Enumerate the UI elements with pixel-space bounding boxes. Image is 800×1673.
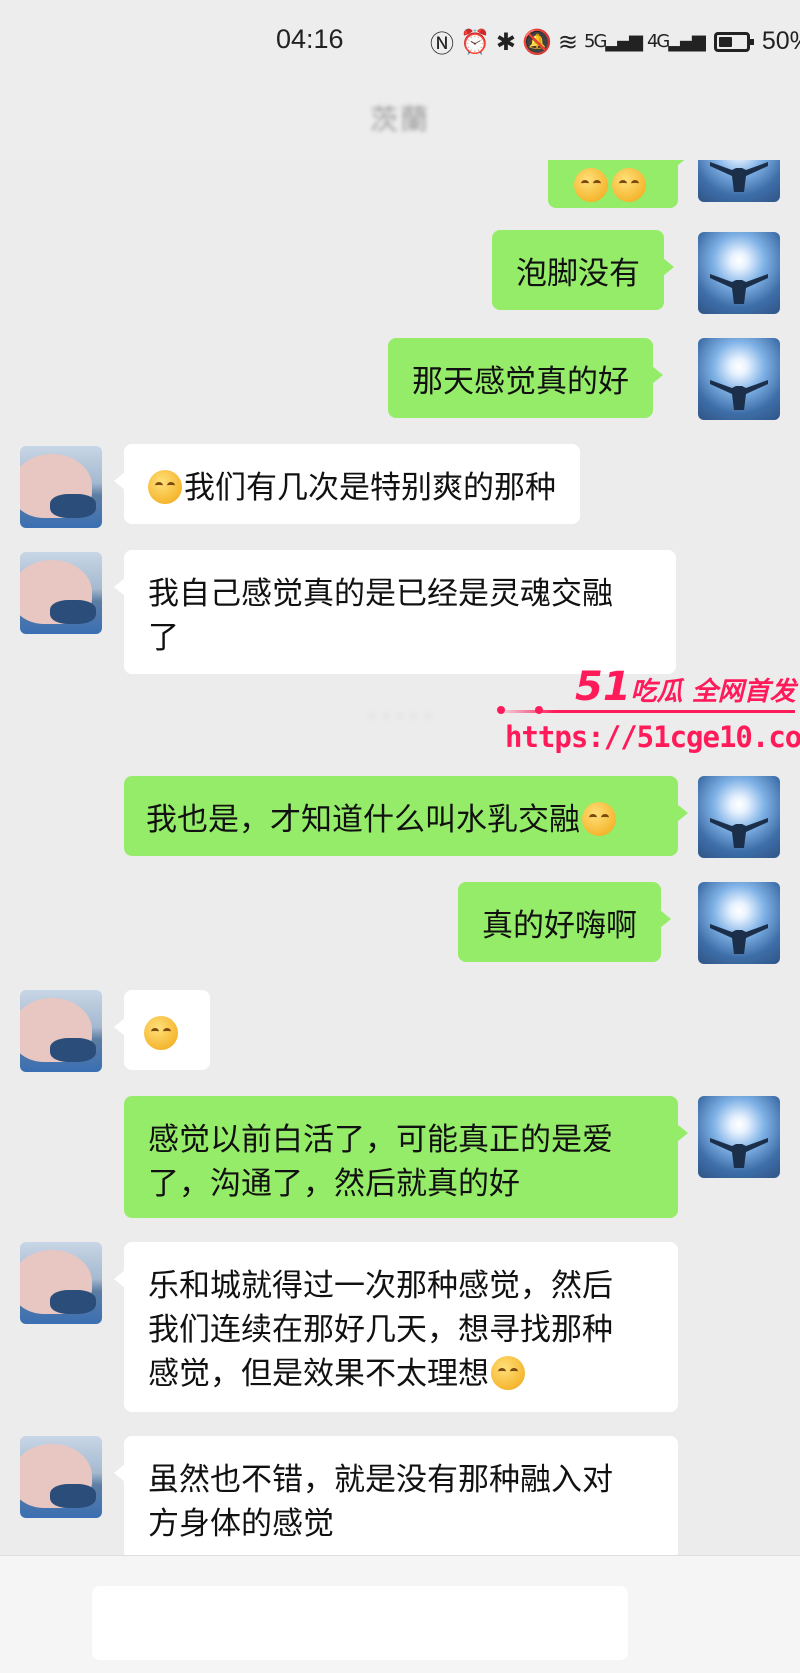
message-text-line: 了，沟通了，然后就真的好 — [148, 1166, 520, 1202]
message-bubble-incoming[interactable]: 虽然也不错，就是没有那种融入对 方身体的感觉 — [114, 1436, 678, 1555]
avatar[interactable] — [20, 1242, 102, 1324]
mute-icon: 🔕 — [522, 27, 552, 56]
avatar[interactable] — [20, 446, 102, 528]
message-text-line: 乐和城就得过一次那种感觉，然后 — [148, 1268, 613, 1304]
person-silhouette-icon — [710, 924, 768, 954]
watermark: 51吃瓜 全网首发 https://51cge10.com — [495, 660, 800, 770]
status-time: 04:16 — [276, 24, 344, 54]
wifi-icon: ≋ — [557, 27, 578, 56]
emoji-icon — [148, 470, 182, 504]
status-icons: Ⓝ ⏰ ✱ 🔕 ≋ 5G▂▄▆ 4G▂▄▆ 50% — [430, 24, 800, 59]
watermark-url: https://51cge10.com — [505, 720, 800, 754]
avatar[interactable] — [698, 882, 780, 964]
avatar[interactable] — [20, 552, 102, 634]
emoji-icon — [612, 168, 646, 202]
nfc-icon: Ⓝ — [430, 30, 454, 58]
message-input[interactable] — [92, 1586, 628, 1660]
message-bubble-outgoing[interactable]: 泡脚没有 — [492, 230, 674, 310]
message-bubble-partial[interactable] — [548, 160, 688, 208]
avatar[interactable] — [698, 338, 780, 420]
battery-percent: 50% — [761, 27, 800, 55]
message-text-line: 我们连续在那好几天，想寻找那种 — [148, 1312, 613, 1348]
message-text: 真的好嗨啊 — [482, 908, 637, 944]
message-text: 我也是，才知道什么叫水乳交融 — [146, 802, 580, 838]
message-bubble-outgoing[interactable]: 我也是，才知道什么叫水乳交融 — [124, 776, 688, 856]
chat-area[interactable]: 泡脚没有 那天感觉真的好 我们有几次是特别爽的那种 我自己感觉真的是已经是灵魂交… — [0, 160, 800, 1555]
message-text-line: 虽然也不错，就是没有那种融入对 — [148, 1462, 613, 1498]
battery-icon — [713, 31, 754, 52]
contact-name: 茨蘭 — [369, 103, 430, 136]
message-text-line: 了 — [148, 620, 179, 656]
input-bar — [0, 1555, 800, 1673]
message-bubble-outgoing[interactable]: 感觉以前白活了，可能真正的是爱 了，沟通了，然后就真的好 — [124, 1096, 688, 1218]
message-text: 那天感觉真的好 — [412, 364, 629, 400]
message-text-line: 感觉以前白活了，可能真正的是爱 — [148, 1122, 613, 1158]
person-silhouette-icon — [710, 274, 768, 304]
signal-4g-icon: 4G▂▄▆ — [646, 31, 706, 52]
message-bubble-outgoing[interactable]: 那天感觉真的好 — [388, 338, 663, 418]
bluetooth-icon: ✱ — [495, 27, 516, 56]
message-bubble-incoming[interactable] — [114, 990, 210, 1070]
avatar[interactable] — [698, 1096, 780, 1178]
message-text: 我们有几次是特别爽的那种 — [184, 470, 556, 506]
avatar[interactable] — [20, 990, 102, 1072]
message-text-line: 我自己感觉真的是已经是灵魂交融 — [148, 576, 613, 612]
emoji-icon — [582, 802, 616, 836]
message-bubble-incoming[interactable]: 乐和城就得过一次那种感觉，然后 我们连续在那好几天，想寻找那种 感觉，但是效果不… — [114, 1242, 678, 1412]
emoji-icon — [144, 1016, 178, 1050]
message-text-line: 感觉，但是效果不太理想 — [148, 1356, 489, 1392]
avatar[interactable] — [698, 232, 780, 314]
message-bubble-outgoing[interactable]: 真的好嗨啊 — [458, 882, 671, 962]
chat-header: 茨蘭 — [0, 80, 800, 160]
person-silhouette-icon — [710, 162, 768, 192]
thinking-emoji-icon — [491, 1356, 525, 1390]
message-bubble-incoming[interactable]: 我自己感觉真的是已经是灵魂交融 了 — [114, 550, 676, 674]
person-silhouette-icon — [710, 818, 768, 848]
person-silhouette-icon — [710, 380, 768, 410]
status-bar: 04:16 Ⓝ ⏰ ✱ 🔕 ≋ 5G▂▄▆ 4G▂▄▆ 50% — [0, 0, 800, 80]
alarm-icon: ⏰ — [460, 27, 490, 56]
emoji-icon — [574, 168, 608, 202]
person-silhouette-icon — [710, 1138, 768, 1168]
message-text: 泡脚没有 — [516, 256, 640, 292]
signal-5g-icon: 5G▂▄▆ — [584, 31, 643, 52]
timestamp: · · · · · — [368, 705, 432, 730]
message-text-line: 方身体的感觉 — [148, 1506, 334, 1542]
watermark-brand: 51吃瓜 全网首发 — [575, 664, 796, 710]
avatar[interactable] — [698, 776, 780, 858]
avatar[interactable] — [20, 1436, 102, 1518]
avatar[interactable] — [698, 160, 780, 202]
message-bubble-incoming[interactable]: 我们有几次是特别爽的那种 — [114, 444, 580, 524]
